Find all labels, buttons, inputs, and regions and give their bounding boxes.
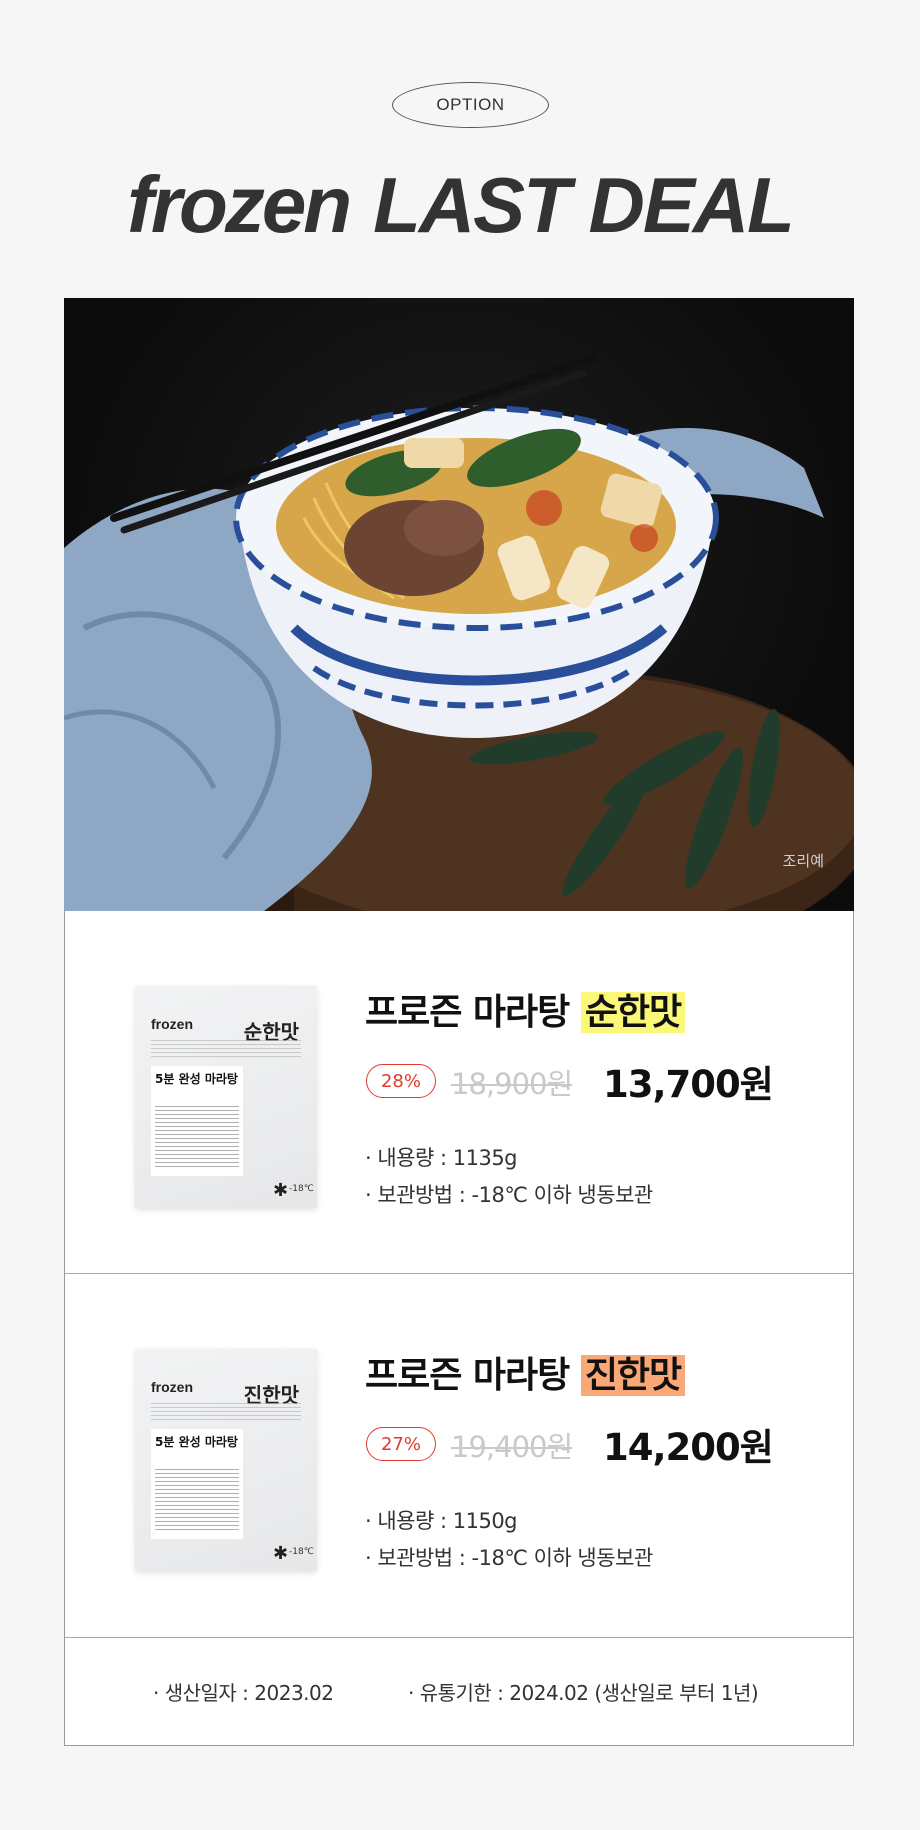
package-brand: frozen <box>151 1016 193 1032</box>
package-temp: -18℃ <box>289 1547 314 1557</box>
package-brand: frozen <box>151 1379 193 1395</box>
snowflake-icon: ✱ <box>273 1180 289 1201</box>
hero-food-photo: 조리예 <box>64 298 854 911</box>
product-storage: · 보관방법 : -18℃ 이하 냉동보관 <box>365 1546 653 1570</box>
package-image: frozen 순한맛 5분 완성 마라탕 ✱ -18℃ <box>135 986 317 1208</box>
hero-caption: 조리예 <box>782 852 824 870</box>
discount-rate: 28% <box>380 1070 421 1092</box>
package-label-lines <box>155 1469 239 1533</box>
snowflake-icon: ✱ <box>273 1543 289 1564</box>
product-title: 프로즌 마라탕 순한맛 <box>365 983 686 1035</box>
package-label-title: 5분 완성 마라탕 <box>155 1435 238 1449</box>
package-label: 5분 완성 마라탕 <box>151 1429 243 1539</box>
option-label: OPTION <box>436 95 505 114</box>
product-storage: · 보관방법 : -18℃ 이하 냉동보관 <box>365 1183 653 1207</box>
original-price: 19,400원 <box>451 1430 573 1464</box>
package-temp: -18℃ <box>289 1184 314 1194</box>
headline-brand: frozen <box>127 160 352 249</box>
discount-rate: 27% <box>380 1433 421 1455</box>
expiry-date: · 유통기한 : 2024.02 (생산일로 부터 1년) <box>408 1681 759 1705</box>
package-label: 5분 완성 마라탕 <box>151 1066 243 1176</box>
product-volume: · 내용량 : 1135g <box>365 1146 518 1170</box>
package-image: frozen 진한맛 5분 완성 마라탕 ✱ -18℃ <box>135 1349 317 1571</box>
package-fine-print <box>151 1403 301 1423</box>
discount-badge: 27% <box>366 1427 436 1461</box>
package-label-lines <box>155 1106 239 1170</box>
divider <box>65 1637 853 1638</box>
product-item-mild[interactable]: frozen 순한맛 5분 완성 마라탕 ✱ -18℃ 프로즌 마라탕 순한맛 … <box>65 911 853 1273</box>
product-title: 프로즌 마라탕 진한맛 <box>365 1346 686 1398</box>
mala-soup-bowl-illustration <box>64 354 854 911</box>
original-price: 18,900원 <box>451 1067 573 1101</box>
headline-deal: LAST DEAL <box>373 161 795 249</box>
product-item-rich[interactable]: frozen 진한맛 5분 완성 마라탕 ✱ -18℃ 프로즌 마라탕 진한맛 … <box>65 1274 853 1636</box>
package-fine-print <box>151 1040 301 1060</box>
page-headline: frozen LAST DEAL <box>0 160 920 273</box>
package-label-title: 5분 완성 마라탕 <box>155 1072 238 1086</box>
production-date: · 생산일자 : 2023.02 <box>153 1681 334 1705</box>
product-flavor: 진한맛 <box>580 1355 686 1396</box>
discount-badge: 28% <box>366 1064 436 1098</box>
option-pill: OPTION <box>392 82 549 128</box>
product-flavor: 순한맛 <box>580 992 686 1033</box>
sale-price: 13,700원 <box>603 1063 774 1106</box>
product-volume: · 내용량 : 1150g <box>365 1509 518 1533</box>
product-card: frozen 순한맛 5분 완성 마라탕 ✱ -18℃ 프로즌 마라탕 순한맛 … <box>64 911 854 1746</box>
product-name: 프로즌 마라탕 <box>365 992 570 1033</box>
product-name: 프로즌 마라탕 <box>365 1355 570 1396</box>
sale-price: 14,200원 <box>603 1426 774 1469</box>
